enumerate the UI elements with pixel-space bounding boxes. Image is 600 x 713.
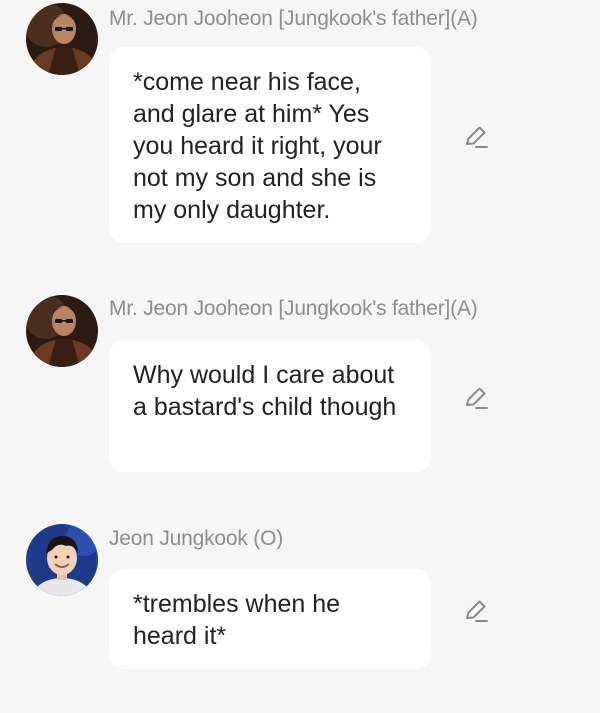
jungkook-avatar-icon [26, 524, 98, 596]
message-text: Why would I care about a bastard's child… [133, 361, 397, 421]
avatar[interactable] [26, 524, 98, 596]
message-bubble[interactable]: *come near his face, and glare at him* Y… [109, 47, 431, 243]
message-bubble[interactable]: Why would I care about a bastard's child… [109, 340, 431, 472]
message-text: *come near his face, and glare at him* Y… [133, 68, 382, 224]
avatar[interactable] [26, 3, 98, 75]
father-avatar-icon [26, 3, 98, 75]
sender-name: Mr. Jeon Jooheon [Jungkook's father](A) [109, 297, 478, 320]
message-bubble[interactable]: *trembles when he heard it* [109, 569, 431, 669]
pencil-icon[interactable] [462, 384, 490, 412]
pencil-icon[interactable] [462, 123, 490, 151]
avatar[interactable] [26, 295, 98, 367]
sender-name: Mr. Jeon Jooheon [Jungkook's father](A) [109, 7, 478, 30]
pencil-icon[interactable] [462, 597, 490, 625]
sender-name: Jeon Jungkook (O) [109, 527, 284, 550]
message-text: *trembles when he heard it* [133, 590, 341, 650]
father-avatar-icon [26, 295, 98, 367]
